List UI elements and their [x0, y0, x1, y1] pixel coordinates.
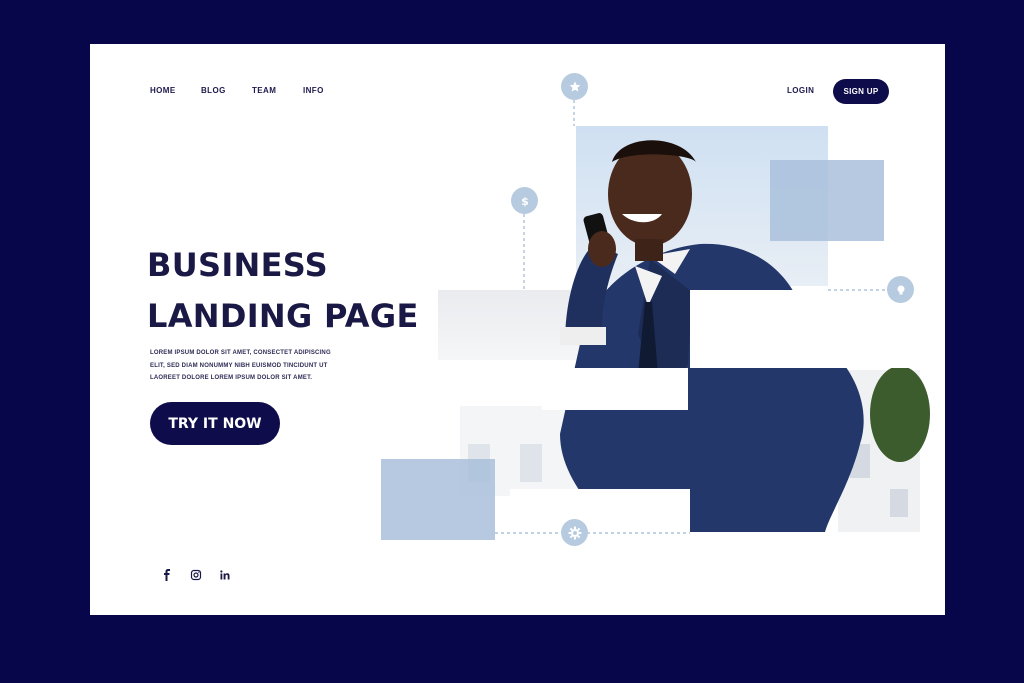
landing-page-card: HOME BLOG TEAM INFO LOGIN SIGN UP BUSINE… — [90, 44, 945, 615]
white-block-1 — [690, 290, 945, 368]
star-icon — [561, 73, 588, 100]
gear-icon — [561, 519, 588, 546]
blue-square-top — [770, 160, 884, 241]
tree — [870, 366, 930, 462]
svg-text:$: $ — [521, 195, 529, 208]
lightbulb-icon — [887, 276, 914, 303]
white-block-4 — [690, 532, 945, 615]
white-block-3 — [510, 489, 690, 559]
hero-photo-collage — [381, 100, 945, 615]
dollar-icon: $ — [511, 187, 538, 214]
blue-square-bottom — [381, 459, 495, 540]
white-block-2 — [542, 368, 688, 410]
